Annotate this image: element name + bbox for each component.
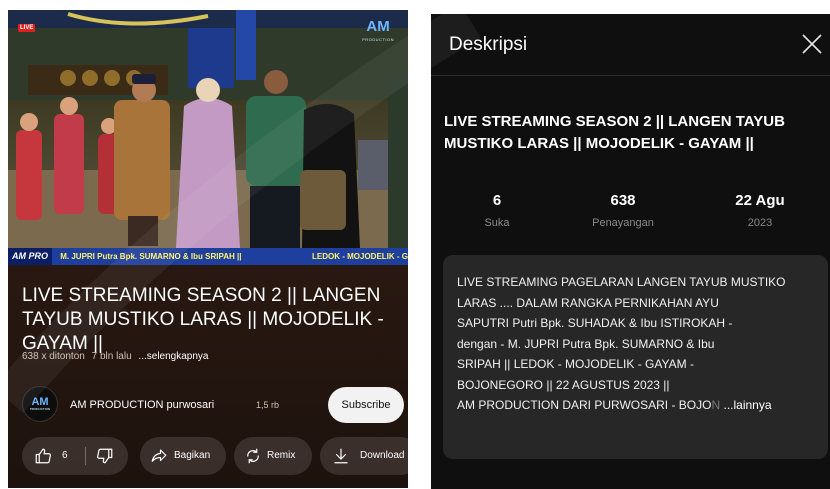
share-button[interactable]: Bagikan xyxy=(140,437,226,475)
stat-views-label: Penayangan xyxy=(592,217,654,229)
subscribe-button[interactable]: Subscribe xyxy=(328,387,404,423)
lower-third-ticker: AM PRO M. JUPRI Putra Bpk. SUMARNO & Ibu… xyxy=(8,248,408,265)
stat-likes-label: Suka xyxy=(484,217,510,229)
ticker-tag: AM PRO xyxy=(8,248,52,265)
channel-name[interactable]: AM PRODUCTION purwosari xyxy=(70,399,214,411)
remix-icon xyxy=(247,448,259,464)
ticker-text: M. JUPRI Putra Bpk. SUMARNO & Ibu SRIPAH… xyxy=(60,252,242,261)
view-count: 638 x ditonton xyxy=(22,351,85,362)
share-icon xyxy=(151,449,167,462)
stat-date-year: 2023 xyxy=(747,217,773,229)
video-frame-scene xyxy=(8,10,408,250)
like-dislike-pill: 6 xyxy=(22,437,128,475)
description-sheet: Deskripsi LIVE STREAMING SEASON 2 || LAN… xyxy=(431,14,830,489)
remix-label: Remix xyxy=(267,450,296,461)
description-line: LARAS .... DALAM RANGKA PERNIKAHAN AYU xyxy=(457,295,719,310)
video-player[interactable]: LIVE AM PRODUCTION AM PRO M. JUPRI Putra… xyxy=(8,10,408,265)
stat-views-value: 638 xyxy=(610,192,636,209)
description-body[interactable]: LIVE STREAMING PAGELARAN LANGEN TAYUB MU… xyxy=(443,255,828,459)
like-divider xyxy=(85,447,86,465)
watch-page-panel: LIVE AM PRODUCTION AM PRO M. JUPRI Putra… xyxy=(8,10,408,488)
channel-watermark-logo: AM PRODUCTION xyxy=(362,19,394,46)
show-more-link[interactable]: ...selengkapnya xyxy=(138,351,208,362)
description-line: BOJONEGORO || 22 AGUSTUS 2023 || xyxy=(457,377,670,392)
description-line: SAPUTRI Putri Bpk. SUHADAK & Ibu ISTIROK… xyxy=(457,316,733,330)
ticker-text-right: LEDOK - MOJODELIK - GAYA xyxy=(312,252,408,261)
thumbs-up-icon[interactable] xyxy=(34,447,52,465)
description-line: dengan - M. JUPRI Putra Bpk. SUMARNO & I… xyxy=(457,336,715,351)
channel-avatar[interactable]: AM PRODUCTION xyxy=(22,386,58,422)
channel-avatar-sub: PRODUCTION xyxy=(29,407,51,411)
download-label: Download xyxy=(360,450,405,461)
stat-date: 22 Agu 2023 xyxy=(715,192,805,229)
description-last-line: AM PRODUCTION DARI PURWOSARI - BOJON ...… xyxy=(457,395,814,416)
description-heading: Deskripsi xyxy=(449,34,528,55)
video-title[interactable]: LIVE STREAMING SEASON 2 || LANGEN TAYUB … xyxy=(22,284,402,356)
remix-button[interactable]: Remix xyxy=(234,437,312,475)
description-line: LIVE STREAMING PAGELARAN LANGEN TAYUB MU… xyxy=(457,275,786,289)
thumbs-down-icon[interactable] xyxy=(96,447,114,465)
description-header: Deskripsi xyxy=(431,14,830,76)
download-icon xyxy=(334,448,348,464)
live-badge: LIVE xyxy=(18,24,36,32)
description-line: SRIPAH || LEDOK - MOJODELIK - GAYAM - xyxy=(457,357,694,371)
description-fade: N xyxy=(711,398,721,412)
action-bar: 6 Bagikan Remix Download xyxy=(22,437,408,479)
description-video-title: LIVE STREAMING SEASON 2 || LANGEN TAYUB … xyxy=(444,113,785,152)
stat-likes-value: 6 xyxy=(492,192,502,209)
stat-date-value: 22 Agu xyxy=(735,192,785,209)
upload-age: 7 bln lalu xyxy=(91,351,132,362)
download-button[interactable]: Download xyxy=(320,437,408,475)
description-line-text: AM PRODUCTION DARI PURWOSARI - BOJO xyxy=(457,398,712,412)
channel-row: AM PRODUCTION AM PRODUCTION purwosari 1,… xyxy=(22,382,408,428)
description-more-link[interactable]: ...lainnya xyxy=(723,398,771,412)
stat-likes: 6 Suka xyxy=(452,192,542,229)
stat-views: 638 Penayangan xyxy=(578,192,668,229)
like-count[interactable]: 6 xyxy=(62,437,68,475)
video-meta[interactable]: 638 x ditonton 7 bln lalu ...selengkapny… xyxy=(22,351,212,362)
subscriber-count: 1,5 rb xyxy=(256,400,280,410)
watermark-logo-sub: PRODUCTION xyxy=(362,37,394,42)
share-label: Bagikan xyxy=(174,450,211,461)
close-icon[interactable] xyxy=(799,31,825,57)
